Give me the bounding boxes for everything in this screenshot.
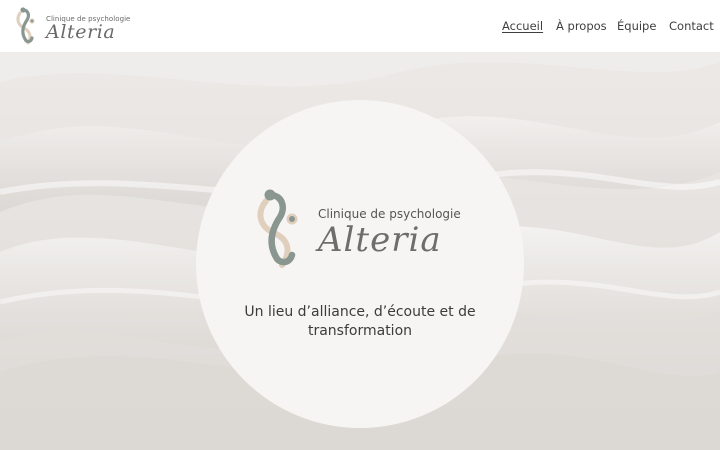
- site-header: Clinique de psychologie Alteria Accueil …: [0, 0, 720, 52]
- header-logo-name: Alteria: [46, 21, 116, 43]
- hero-tagline: Un lieu d’alliance, d’écoute et de trans…: [210, 303, 510, 341]
- alteria-logo-icon: [16, 7, 35, 45]
- nav-item-contact[interactable]: Contact: [669, 19, 714, 33]
- tagline-line-2: transformation: [307, 323, 413, 339]
- hero-logo-subtitle: Clinique de psychologie: [318, 207, 461, 221]
- alteria-logo-icon: [257, 189, 298, 268]
- hero-logo-name: Alteria: [318, 220, 442, 260]
- hero-circle: Clinique de psychologie Alteria Un lieu …: [196, 100, 524, 428]
- nav-item-a-propos[interactable]: À propos: [556, 19, 607, 33]
- hero-logo: Clinique de psychologie Alteria: [252, 185, 462, 275]
- header-logo-link[interactable]: Clinique de psychologie Alteria: [14, 5, 130, 47]
- nav-item-accueil[interactable]: Accueil: [502, 19, 543, 33]
- tagline-line-1: Un lieu d’alliance, d’écoute et de: [244, 304, 476, 320]
- hero-section: Clinique de psychologie Alteria Un lieu …: [0, 52, 720, 450]
- nav-item-equipe[interactable]: Équipe: [617, 19, 656, 33]
